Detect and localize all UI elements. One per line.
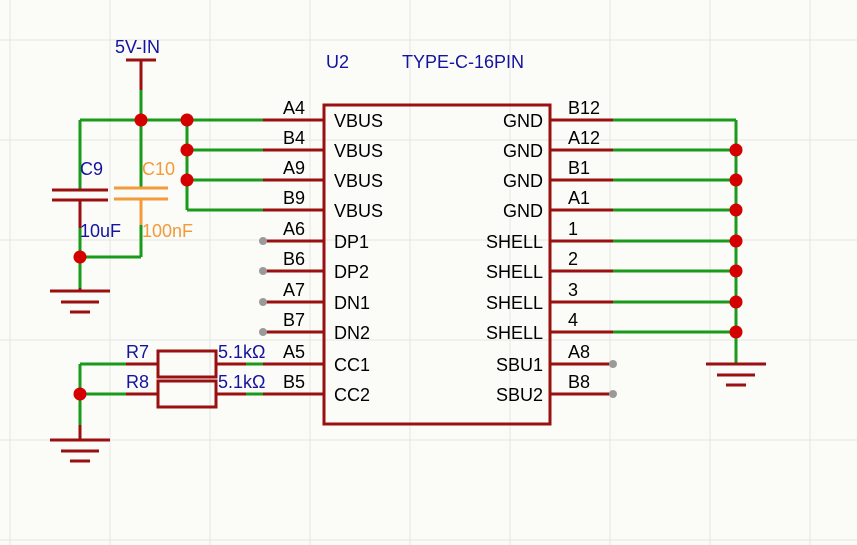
pin-name: DP1 [334, 232, 369, 252]
pin-name: VBUS [334, 111, 383, 131]
pin-number: B9 [283, 188, 305, 208]
junctions [73, 113, 743, 401]
u2-pin-a6[interactable]: A6 DP1 [259, 219, 369, 252]
junction-dot [729, 234, 743, 248]
pin-name: VBUS [334, 201, 383, 221]
c10-designator: C10 [142, 159, 175, 179]
pin-name: GND [503, 111, 543, 131]
power-label: 5V-IN [115, 37, 160, 57]
c10-value-label: 100nF [142, 221, 193, 241]
u2-pin-b8[interactable]: B8 SBU2 [496, 372, 617, 405]
u2-pin-a5[interactable]: A5 CC1 [263, 342, 370, 375]
pin-number: A6 [283, 219, 305, 239]
pin-number: A5 [283, 342, 305, 362]
r7-designator: R7 [126, 342, 149, 362]
u2-pin-a12[interactable]: A12 GND [503, 128, 613, 161]
ground-symbol-caps [50, 288, 110, 314]
power-flag-5v-in[interactable]: 5V-IN [115, 37, 160, 90]
pin-number: B5 [283, 372, 305, 392]
u2-pin-a1[interactable]: A1 GND [503, 188, 613, 221]
junction-dot [180, 143, 194, 157]
c9-value-label: 10uF [80, 221, 121, 241]
junction-dot [729, 143, 743, 157]
u2-pin-b7[interactable]: B7 DN2 [259, 310, 370, 343]
ground-symbol-resistors [50, 425, 110, 463]
junction-dot [729, 325, 743, 339]
right-wires [613, 118, 738, 334]
junction-dot [729, 203, 743, 217]
junction-dot [134, 113, 148, 127]
pin-name: SBU1 [496, 355, 543, 375]
pin-number: A1 [568, 188, 590, 208]
connector-u2[interactable]: U2 TYPE-C-16PIN A4 VBUS B4 VBUS A9 VBUS B9 VBUS… [259, 52, 617, 426]
pin-number: A4 [283, 98, 305, 118]
pin-number: A7 [283, 280, 305, 300]
u2-pin-b1[interactable]: B1 GND [503, 158, 613, 191]
pin-number: 3 [568, 280, 578, 300]
pin-number: B6 [283, 249, 305, 269]
pin-name: GND [503, 201, 543, 221]
no-connect-dot [609, 360, 617, 368]
pin-number: A12 [568, 128, 600, 148]
u2-pin-a8[interactable]: A8 SBU1 [496, 342, 617, 375]
pin-number: 1 [568, 219, 578, 239]
pin-name: GND [503, 141, 543, 161]
junction-dot [729, 264, 743, 278]
u2-pin-b12[interactable]: B12 GND [503, 98, 613, 131]
pin-number: A8 [568, 342, 590, 362]
u2-pin-b6[interactable]: B6 DP2 [259, 249, 369, 282]
u2-pin-a7[interactable]: A7 DN1 [259, 280, 370, 313]
junction-dot [729, 173, 743, 187]
pin-name: VBUS [334, 141, 383, 161]
r8-value: 5.1kΩ [218, 372, 265, 392]
junction-dot [180, 113, 194, 127]
schematic-drawing: 5V-IN C9 C10 10uF 100nF R7 5.1kΩ R8 5.1k… [0, 0, 857, 545]
pin-name: SHELL [486, 232, 543, 252]
pin-name: DN1 [334, 293, 370, 313]
no-connect-dot [259, 267, 267, 275]
pin-number: B12 [568, 98, 600, 118]
schematic-canvas: 5V-IN C9 C10 10uF 100nF R7 5.1kΩ R8 5.1k… [0, 0, 857, 545]
pin-name: SHELL [486, 323, 543, 343]
pin-name: SHELL [486, 293, 543, 313]
junction-dot [73, 387, 87, 401]
junction-dot [180, 173, 194, 187]
junction-dot [729, 295, 743, 309]
pin-name: DN2 [334, 323, 370, 343]
r7-value: 5.1kΩ [218, 342, 265, 362]
u2-designator: U2 [326, 52, 349, 72]
no-connect-dot [609, 390, 617, 398]
pin-name: CC2 [334, 385, 370, 405]
no-connect-dot [259, 328, 267, 336]
pin-number: B8 [568, 372, 590, 392]
pin-number: 4 [568, 310, 578, 330]
pin-number: 2 [568, 249, 578, 269]
capacitor-c10[interactable]: C10 [114, 159, 175, 225]
pin-name: GND [503, 171, 543, 191]
left-pin-group: A4VBUSB4VBUSA9VBUSB9VBUSA6DP1B6DP2A7DN1B… [259, 98, 383, 405]
pin-number: B4 [283, 128, 305, 148]
pin-name: SHELL [486, 262, 543, 282]
pin-name: SBU2 [496, 385, 543, 405]
u2-pin-b5[interactable]: B5 CC2 [263, 372, 370, 405]
pin-number: B7 [283, 310, 305, 330]
u2-value: TYPE-C-16PIN [402, 52, 524, 72]
pin-name: DP2 [334, 262, 369, 282]
no-connect-dot [259, 237, 267, 245]
pin-number: A9 [283, 158, 305, 178]
junction-dot [73, 250, 87, 264]
pin-name: VBUS [334, 171, 383, 191]
c9-designator: C9 [80, 159, 103, 179]
capacitor-c9[interactable]: C9 [52, 159, 108, 228]
pin-name: CC1 [334, 355, 370, 375]
pin-number: B1 [568, 158, 590, 178]
r8-designator: R8 [126, 372, 149, 392]
no-connect-dot [259, 298, 267, 306]
